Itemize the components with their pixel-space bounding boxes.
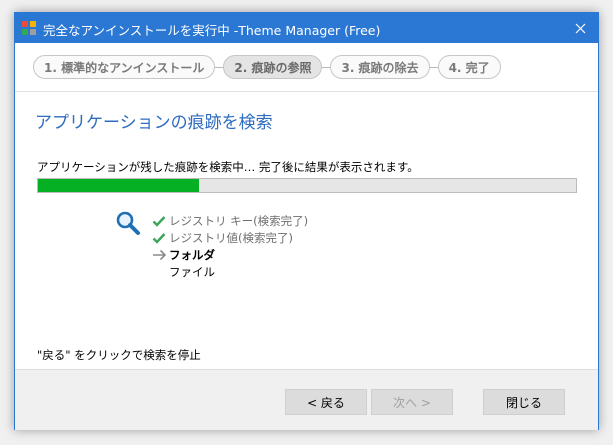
checklist-item-label: レジストリ値(検索完了) bbox=[169, 230, 293, 245]
step-4: 4. 完了 bbox=[437, 55, 501, 79]
next-button[interactable]: 次へ > bbox=[371, 389, 453, 415]
close-button[interactable]: 閉じる bbox=[483, 389, 565, 415]
close-icon bbox=[575, 23, 585, 33]
app-icon bbox=[22, 21, 36, 35]
check-icon bbox=[151, 214, 167, 228]
step-2: 2. 痕跡の参照 bbox=[223, 55, 323, 79]
step-indicator: 1. 標準的なアンインストール 2. 痕跡の参照 3. 痕跡の除去 4. 完了 bbox=[33, 55, 501, 79]
checklist-item-label: ファイル bbox=[169, 264, 215, 279]
status-text: アプリケーションが残した痕跡を検索中… 完了後に結果が表示されます。 bbox=[37, 160, 419, 174]
step-3: 3. 痕跡の除去 bbox=[330, 55, 430, 79]
back-button[interactable]: < 戻る bbox=[285, 389, 367, 415]
step-connector bbox=[429, 66, 438, 68]
checklist-item-registry-values: レジストリ値(検索完了) bbox=[151, 229, 308, 246]
checklist-item-registry-keys: レジストリ キー(検索完了) bbox=[151, 212, 308, 229]
checklist-item-label: レジストリ キー(検索完了) bbox=[169, 213, 309, 228]
step-connector bbox=[322, 66, 331, 68]
step-1: 1. 標準的なアンインストール bbox=[33, 55, 216, 79]
checklist-item-files: ファイル bbox=[151, 263, 308, 280]
check-icon bbox=[151, 231, 167, 245]
title-bar[interactable]: 完全なアンインストールを実行中 -Theme Manager (Free) bbox=[15, 13, 598, 43]
checklist-item-label: フォルダ bbox=[169, 247, 215, 262]
progress-bar bbox=[37, 178, 577, 193]
search-icon bbox=[116, 211, 140, 235]
button-bar: < 戻る 次へ > 閉じる bbox=[15, 369, 598, 430]
scan-checklist: レジストリ キー(検索完了) レジストリ値(検索完了) フォルダ ファイル bbox=[151, 212, 308, 280]
window-title: 完全なアンインストールを実行中 -Theme Manager (Free) bbox=[43, 23, 381, 38]
page-title: アプリケーションの痕跡を検索 bbox=[35, 113, 273, 133]
close-window-button[interactable] bbox=[562, 13, 598, 43]
uninstall-dialog: 完全なアンインストールを実行中 -Theme Manager (Free) 1.… bbox=[14, 12, 599, 430]
step-connector bbox=[215, 66, 224, 68]
arrow-right-icon bbox=[151, 248, 167, 262]
checklist-item-folders: フォルダ bbox=[151, 246, 308, 263]
stop-hint: "戻る" をクリックで検索を停止 bbox=[37, 348, 201, 362]
progress-fill bbox=[38, 179, 200, 192]
header-divider bbox=[15, 91, 598, 92]
